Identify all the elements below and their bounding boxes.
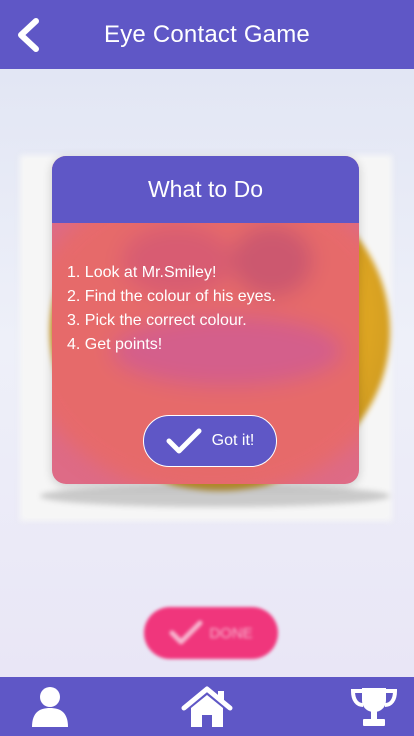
check-icon bbox=[166, 428, 202, 454]
chevron-left-icon bbox=[18, 18, 39, 52]
bottom-nav bbox=[0, 677, 414, 736]
app-header: Eye Contact Game bbox=[0, 0, 414, 69]
back-button[interactable] bbox=[10, 15, 46, 55]
dialog-title: What to Do bbox=[52, 156, 359, 223]
instruction-step: 3. Pick the correct colour. bbox=[67, 312, 247, 329]
smiley-shadow bbox=[40, 485, 390, 507]
check-icon bbox=[169, 620, 203, 645]
instruction-step: 4. Get points! bbox=[67, 336, 163, 353]
nav-home[interactable] bbox=[177, 677, 237, 736]
done-button[interactable]: DONE bbox=[144, 607, 278, 659]
nav-profile[interactable] bbox=[20, 677, 80, 736]
done-label: DONE bbox=[209, 624, 253, 642]
page-title: Eye Contact Game bbox=[104, 20, 310, 48]
home-icon bbox=[181, 686, 233, 727]
nav-achievements[interactable] bbox=[344, 677, 404, 736]
got-it-button[interactable]: Got it! bbox=[143, 415, 277, 467]
instruction-step: 2. Find the colour of his eyes. bbox=[67, 288, 276, 305]
instruction-step: 1. Look at Mr.Smiley! bbox=[67, 264, 217, 281]
instructions-dialog: What to Do 1. Look at Mr.Smiley! 2. Find… bbox=[52, 156, 359, 484]
trophy-icon bbox=[350, 687, 398, 726]
got-it-label: Got it! bbox=[211, 432, 255, 449]
user-icon bbox=[32, 686, 68, 727]
instructions-list: 1. Look at Mr.Smiley! 2. Find the colour… bbox=[67, 261, 347, 357]
